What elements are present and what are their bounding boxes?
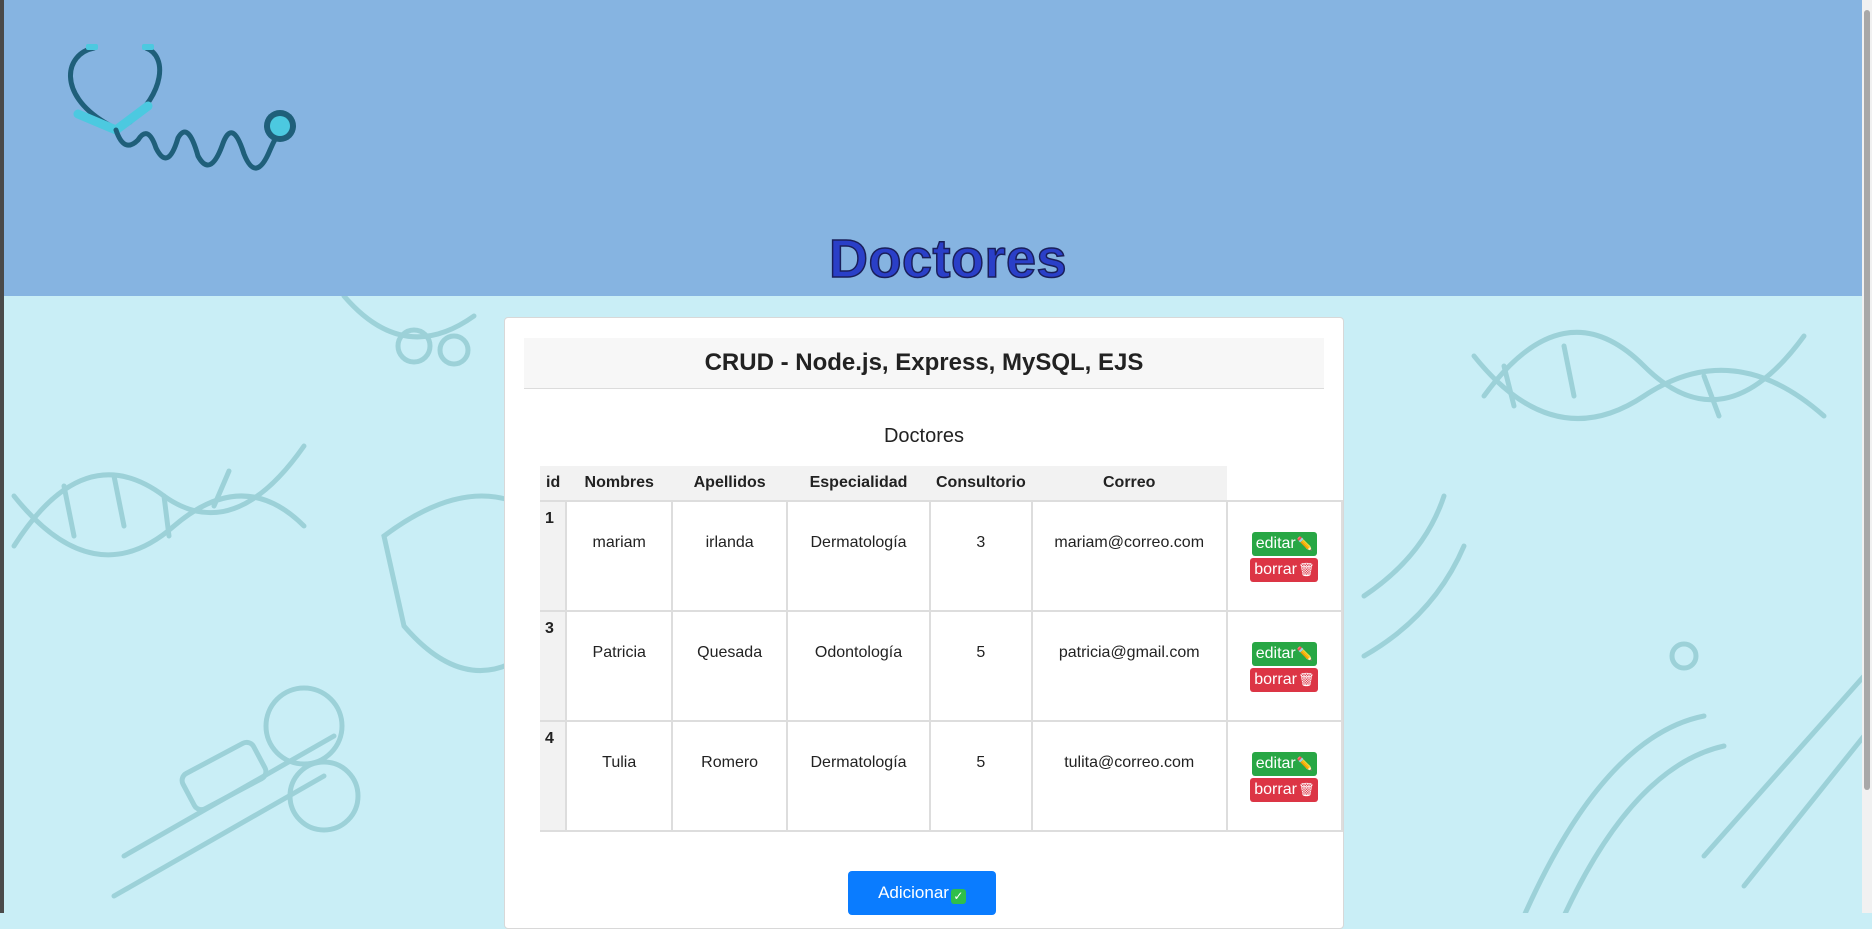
cell-correo: patricia@gmail.com — [1030, 610, 1228, 722]
cell-especialidad: Dermatología — [786, 500, 931, 612]
delete-button[interactable]: borrar🗑 — [1250, 778, 1319, 802]
edit-label: editar — [1255, 755, 1296, 772]
column-header-apellidos: Apellidos — [672, 466, 788, 501]
delete-button[interactable]: borrar🗑 — [1250, 558, 1319, 582]
cell-actions: editar✏️ borrar🗑 — [1225, 720, 1344, 832]
cell-id: 4 — [540, 720, 568, 832]
table-header-row: id Nombres Apellidos Especialidad Consul… — [540, 466, 1342, 501]
trash-icon: 🗑 — [1297, 562, 1315, 577]
cell-apellidos: Quesada — [671, 610, 789, 722]
trash-icon: 🗑 — [1297, 782, 1315, 797]
edit-button[interactable]: editar✏️ — [1251, 642, 1317, 666]
column-header-consultorio: Consultorio — [929, 466, 1032, 501]
column-header-especialidad: Especialidad — [787, 466, 930, 501]
table-row: 1 mariam irlanda Dermatología 3 mariam@c… — [540, 500, 1344, 612]
scrollbar[interactable] — [1862, 0, 1872, 913]
column-header-actions — [1227, 466, 1342, 501]
edit-label: editar — [1255, 535, 1296, 552]
check-icon: ✓ — [950, 889, 966, 904]
edit-button[interactable]: editar✏️ — [1251, 532, 1317, 556]
pencil-icon: ✏️ — [1296, 756, 1313, 771]
column-header-nombres: Nombres — [566, 466, 673, 501]
card-header-title: CRUD - Node.js, Express, MySQL, EJS — [524, 338, 1324, 389]
pencil-icon: ✏️ — [1296, 646, 1313, 661]
table-row: 3 Patricia Quesada Odontología 5 patrici… — [540, 610, 1344, 722]
cell-consultorio: 3 — [928, 500, 1033, 612]
cell-consultorio: 5 — [928, 610, 1033, 722]
column-header-id: id — [540, 466, 567, 501]
cell-correo: tulita@correo.com — [1030, 720, 1228, 832]
cell-nombres: mariam — [565, 500, 674, 612]
cell-apellidos: irlanda — [671, 500, 789, 612]
add-label: Adicionar — [878, 883, 949, 902]
trash-icon: 🗑 — [1297, 672, 1315, 687]
edit-label: editar — [1255, 645, 1296, 662]
edit-button[interactable]: editar✏️ — [1251, 752, 1317, 776]
cell-correo: mariam@correo.com — [1030, 500, 1228, 612]
table-caption: Doctores — [883, 425, 965, 447]
add-button[interactable]: Adicionar ✓ — [848, 871, 996, 915]
delete-button[interactable]: borrar🗑 — [1250, 668, 1319, 692]
page-title: Doctores — [828, 228, 1068, 290]
scrollbar-thumb[interactable] — [1864, 10, 1870, 790]
cell-actions: editar✏️ borrar🗑 — [1225, 610, 1344, 722]
cell-nombres: Tulia — [565, 720, 674, 832]
crud-card: CRUD - Node.js, Express, MySQL, EJS Doct… — [504, 317, 1344, 929]
cell-apellidos: Romero — [671, 720, 789, 832]
cell-actions: editar✏️ borrar🗑 — [1225, 500, 1344, 612]
table-row: 4 Tulia Romero Dermatología 5 tulita@cor… — [540, 720, 1344, 832]
delete-label: borrar — [1254, 561, 1297, 578]
cell-id: 3 — [540, 610, 568, 722]
stethoscope-icon — [68, 44, 296, 171]
pencil-icon: ✏️ — [1296, 536, 1313, 551]
doctors-table: id Nombres Apellidos Especialidad Consul… — [540, 466, 1344, 832]
cell-especialidad: Odontología — [786, 610, 931, 722]
column-header-correo: Correo — [1031, 466, 1227, 501]
cell-consultorio: 5 — [928, 720, 1033, 832]
cell-id: 1 — [540, 500, 568, 612]
delete-label: borrar — [1254, 781, 1297, 798]
cell-nombres: Patricia — [565, 610, 674, 722]
cell-especialidad: Dermatología — [786, 720, 931, 832]
delete-label: borrar — [1254, 671, 1297, 688]
